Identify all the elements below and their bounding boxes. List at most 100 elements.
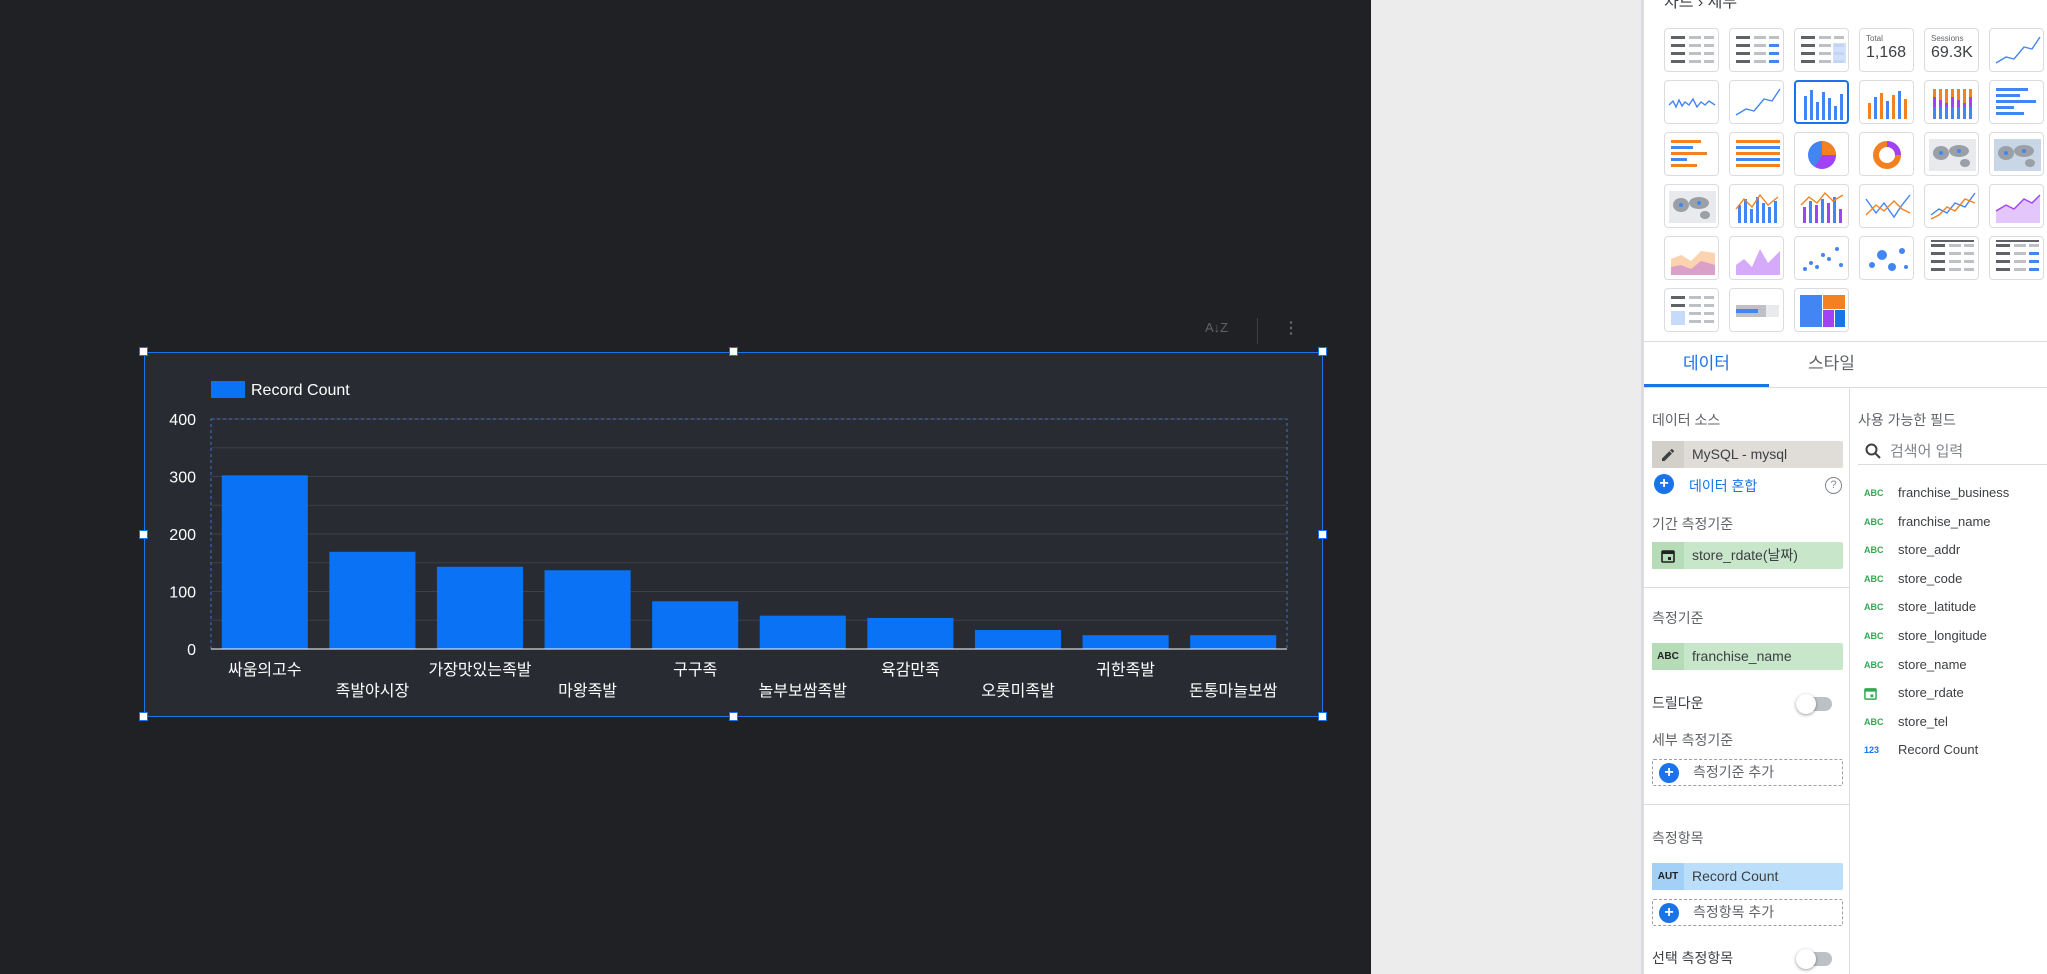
chart-type-100-stacked-column[interactable] bbox=[1924, 80, 1979, 124]
chart-type-pivot[interactable] bbox=[1924, 236, 1979, 280]
resize-handle-left[interactable] bbox=[139, 530, 148, 539]
y-tick-label: 400 bbox=[169, 412, 196, 429]
field-item[interactable]: store_rdate bbox=[1858, 682, 2047, 704]
tab-data[interactable]: 데이터 bbox=[1644, 342, 1769, 388]
add-dimension-button[interactable]: + 측정기준 추가 bbox=[1652, 759, 1843, 786]
chart-type-icon bbox=[1671, 36, 1714, 63]
more-vert-icon[interactable]: ⋮ bbox=[1283, 318, 1299, 338]
field-item[interactable]: ABC store_tel bbox=[1858, 711, 2047, 733]
number-type-icon: 123 bbox=[1864, 745, 1880, 756]
chart-type-100-area[interactable] bbox=[1729, 236, 1784, 280]
chart-type-pie[interactable] bbox=[1794, 132, 1849, 176]
text-type-icon: ABC bbox=[1652, 643, 1684, 670]
tab-style[interactable]: 스타일 bbox=[1769, 342, 1894, 388]
text-type-icon: ABC bbox=[1864, 631, 1884, 641]
chart-type-icon bbox=[1929, 139, 1976, 171]
date-dimension-chip[interactable]: store_rdate(날짜) bbox=[1652, 542, 1843, 569]
chart-type-combo[interactable] bbox=[1729, 184, 1784, 228]
chart-type-line[interactable] bbox=[1859, 184, 1914, 228]
chart-type-icon bbox=[1808, 141, 1836, 169]
chart-type-stacked-bar[interactable] bbox=[1664, 132, 1719, 176]
help-icon[interactable]: ? bbox=[1825, 477, 1842, 494]
panel-title: 차트 › 세부 bbox=[1664, 0, 1738, 11]
chart-type-pivot-bars[interactable] bbox=[1989, 236, 2044, 280]
chart-type-smooth-line[interactable] bbox=[1729, 80, 1784, 124]
field-item[interactable]: ABC store_name bbox=[1858, 654, 2047, 676]
text-type-icon: ABC bbox=[1864, 516, 1884, 527]
resize-handle-bottom-right[interactable] bbox=[1318, 712, 1327, 721]
bar-2 bbox=[436, 566, 524, 649]
chart-type-geo-map[interactable] bbox=[1924, 132, 1979, 176]
bar-chart[interactable]: Record Count 0 100 200 300 400 싸움의고수 족발야시장 가장맛있는… bbox=[144, 352, 1323, 717]
chart-type-google-map[interactable] bbox=[1989, 132, 2044, 176]
field-item[interactable]: 123 Record Count bbox=[1858, 739, 2047, 761]
chart-type-smoothed-line[interactable] bbox=[1924, 184, 1979, 228]
field-item[interactable]: ABC franchise_business bbox=[1858, 482, 2047, 504]
chart-type-100-stacked-bar[interactable] bbox=[1729, 132, 1784, 176]
field-search bbox=[1858, 438, 2047, 465]
drilldown-toggle[interactable] bbox=[1796, 694, 1832, 714]
chart-type-table-heatmap[interactable] bbox=[1794, 28, 1849, 72]
resize-handle-top-right[interactable] bbox=[1318, 347, 1327, 356]
report-canvas[interactable]: A↓Z ⋮ Record Count 0 100 200 300 400 싸움의고수 족발야시… bbox=[0, 0, 1371, 974]
metric-chip[interactable]: AUT Record Count bbox=[1652, 863, 1843, 890]
field-item[interactable]: ABC franchise_name bbox=[1858, 511, 2047, 533]
edit-pencil-icon[interactable] bbox=[1652, 441, 1684, 468]
field-item[interactable]: ABC store_longitude bbox=[1858, 625, 2047, 647]
chart-type-timeseries[interactable] bbox=[1989, 28, 2044, 72]
add-dimension-label: 측정기준 추가 bbox=[1693, 764, 1775, 780]
add-metric-label: 측정항목 추가 bbox=[1693, 904, 1775, 920]
x-tick-label: 족발야시장 bbox=[336, 681, 410, 700]
chart-type-stacked-column[interactable] bbox=[1859, 80, 1914, 124]
drilldown-label: 드릴다운 bbox=[1652, 695, 1704, 711]
chart-type-bullet[interactable] bbox=[1729, 288, 1784, 332]
chart-type-area[interactable] bbox=[1989, 184, 2044, 228]
chart-type-scorecard[interactable]: Sessions 69.3K bbox=[1924, 28, 1979, 72]
chart-type-pivot-heatmap[interactable] bbox=[1664, 288, 1719, 332]
chart-type-scatter[interactable] bbox=[1794, 236, 1849, 280]
dimension-chip[interactable]: ABC franchise_name bbox=[1652, 643, 1843, 670]
blend-add-icon[interactable]: + bbox=[1654, 474, 1674, 494]
field-item[interactable]: ABC store_latitude bbox=[1858, 596, 2047, 618]
chart-type-treemap[interactable] bbox=[1794, 288, 1849, 332]
field-item[interactable]: ABC store_code bbox=[1858, 568, 2047, 590]
resize-handle-right[interactable] bbox=[1318, 530, 1327, 539]
chart-type-icon bbox=[1996, 240, 2039, 271]
chart-type-stacked-combo[interactable] bbox=[1794, 184, 1849, 228]
optional-metric-toggle[interactable] bbox=[1796, 949, 1832, 969]
chart-type-table-bars[interactable] bbox=[1729, 28, 1784, 72]
sort-az-icon[interactable]: A↓Z bbox=[1205, 320, 1228, 335]
chart-type-sparkline[interactable] bbox=[1664, 80, 1719, 124]
field-search-input[interactable] bbox=[1890, 441, 2040, 461]
chart-type-scorecard[interactable]: Total 1,168 bbox=[1859, 28, 1914, 72]
resize-handle-bottom-left[interactable] bbox=[139, 712, 148, 721]
blend-data-link[interactable]: 데이터 혼합 bbox=[1689, 476, 1757, 496]
x-tick-label: 구구족 bbox=[673, 660, 717, 679]
resize-handle-top[interactable] bbox=[729, 347, 738, 356]
chart-type-bar[interactable] bbox=[1989, 80, 2044, 124]
chart-type-bubble[interactable] bbox=[1859, 236, 1914, 280]
bar-3 bbox=[544, 570, 631, 649]
chart-type-geo-map-2[interactable] bbox=[1664, 184, 1719, 228]
chart-type-icon bbox=[1994, 139, 2041, 171]
chart-type-table[interactable] bbox=[1664, 28, 1719, 72]
chart-type-stacked-area[interactable] bbox=[1664, 236, 1719, 280]
bar-0 bbox=[221, 475, 308, 649]
data-source-label: 데이터 소스 bbox=[1652, 412, 1721, 428]
dimension-label: 측정기준 bbox=[1652, 610, 1704, 626]
data-settings: 데이터 소스 MySQL - mysql + 데이터 혼합 ? 기간 측정기준 … bbox=[1644, 388, 1850, 974]
chart-type-icon bbox=[1800, 295, 1845, 327]
resize-handle-bottom[interactable] bbox=[729, 712, 738, 721]
field-name: Record Count bbox=[1898, 742, 1979, 758]
field-item[interactable]: ABC store_addr bbox=[1858, 539, 2047, 561]
text-type-icon: ABC bbox=[1864, 573, 1884, 584]
chart-type-donut[interactable] bbox=[1859, 132, 1914, 176]
data-source-chip[interactable]: MySQL - mysql bbox=[1652, 441, 1843, 468]
resize-handle-top-left[interactable] bbox=[139, 347, 148, 356]
chart-type-column[interactable] bbox=[1794, 80, 1849, 124]
optional-metric-label: 선택 측정항목 bbox=[1652, 950, 1734, 966]
scorecard-value: 69.3K bbox=[1931, 44, 1973, 61]
add-metric-button[interactable]: + 측정항목 추가 bbox=[1652, 899, 1843, 926]
x-tick-label: 돈통마늘보쌈 bbox=[1189, 681, 1278, 700]
x-tick-label: 놀부보쌈족발 bbox=[759, 681, 848, 700]
